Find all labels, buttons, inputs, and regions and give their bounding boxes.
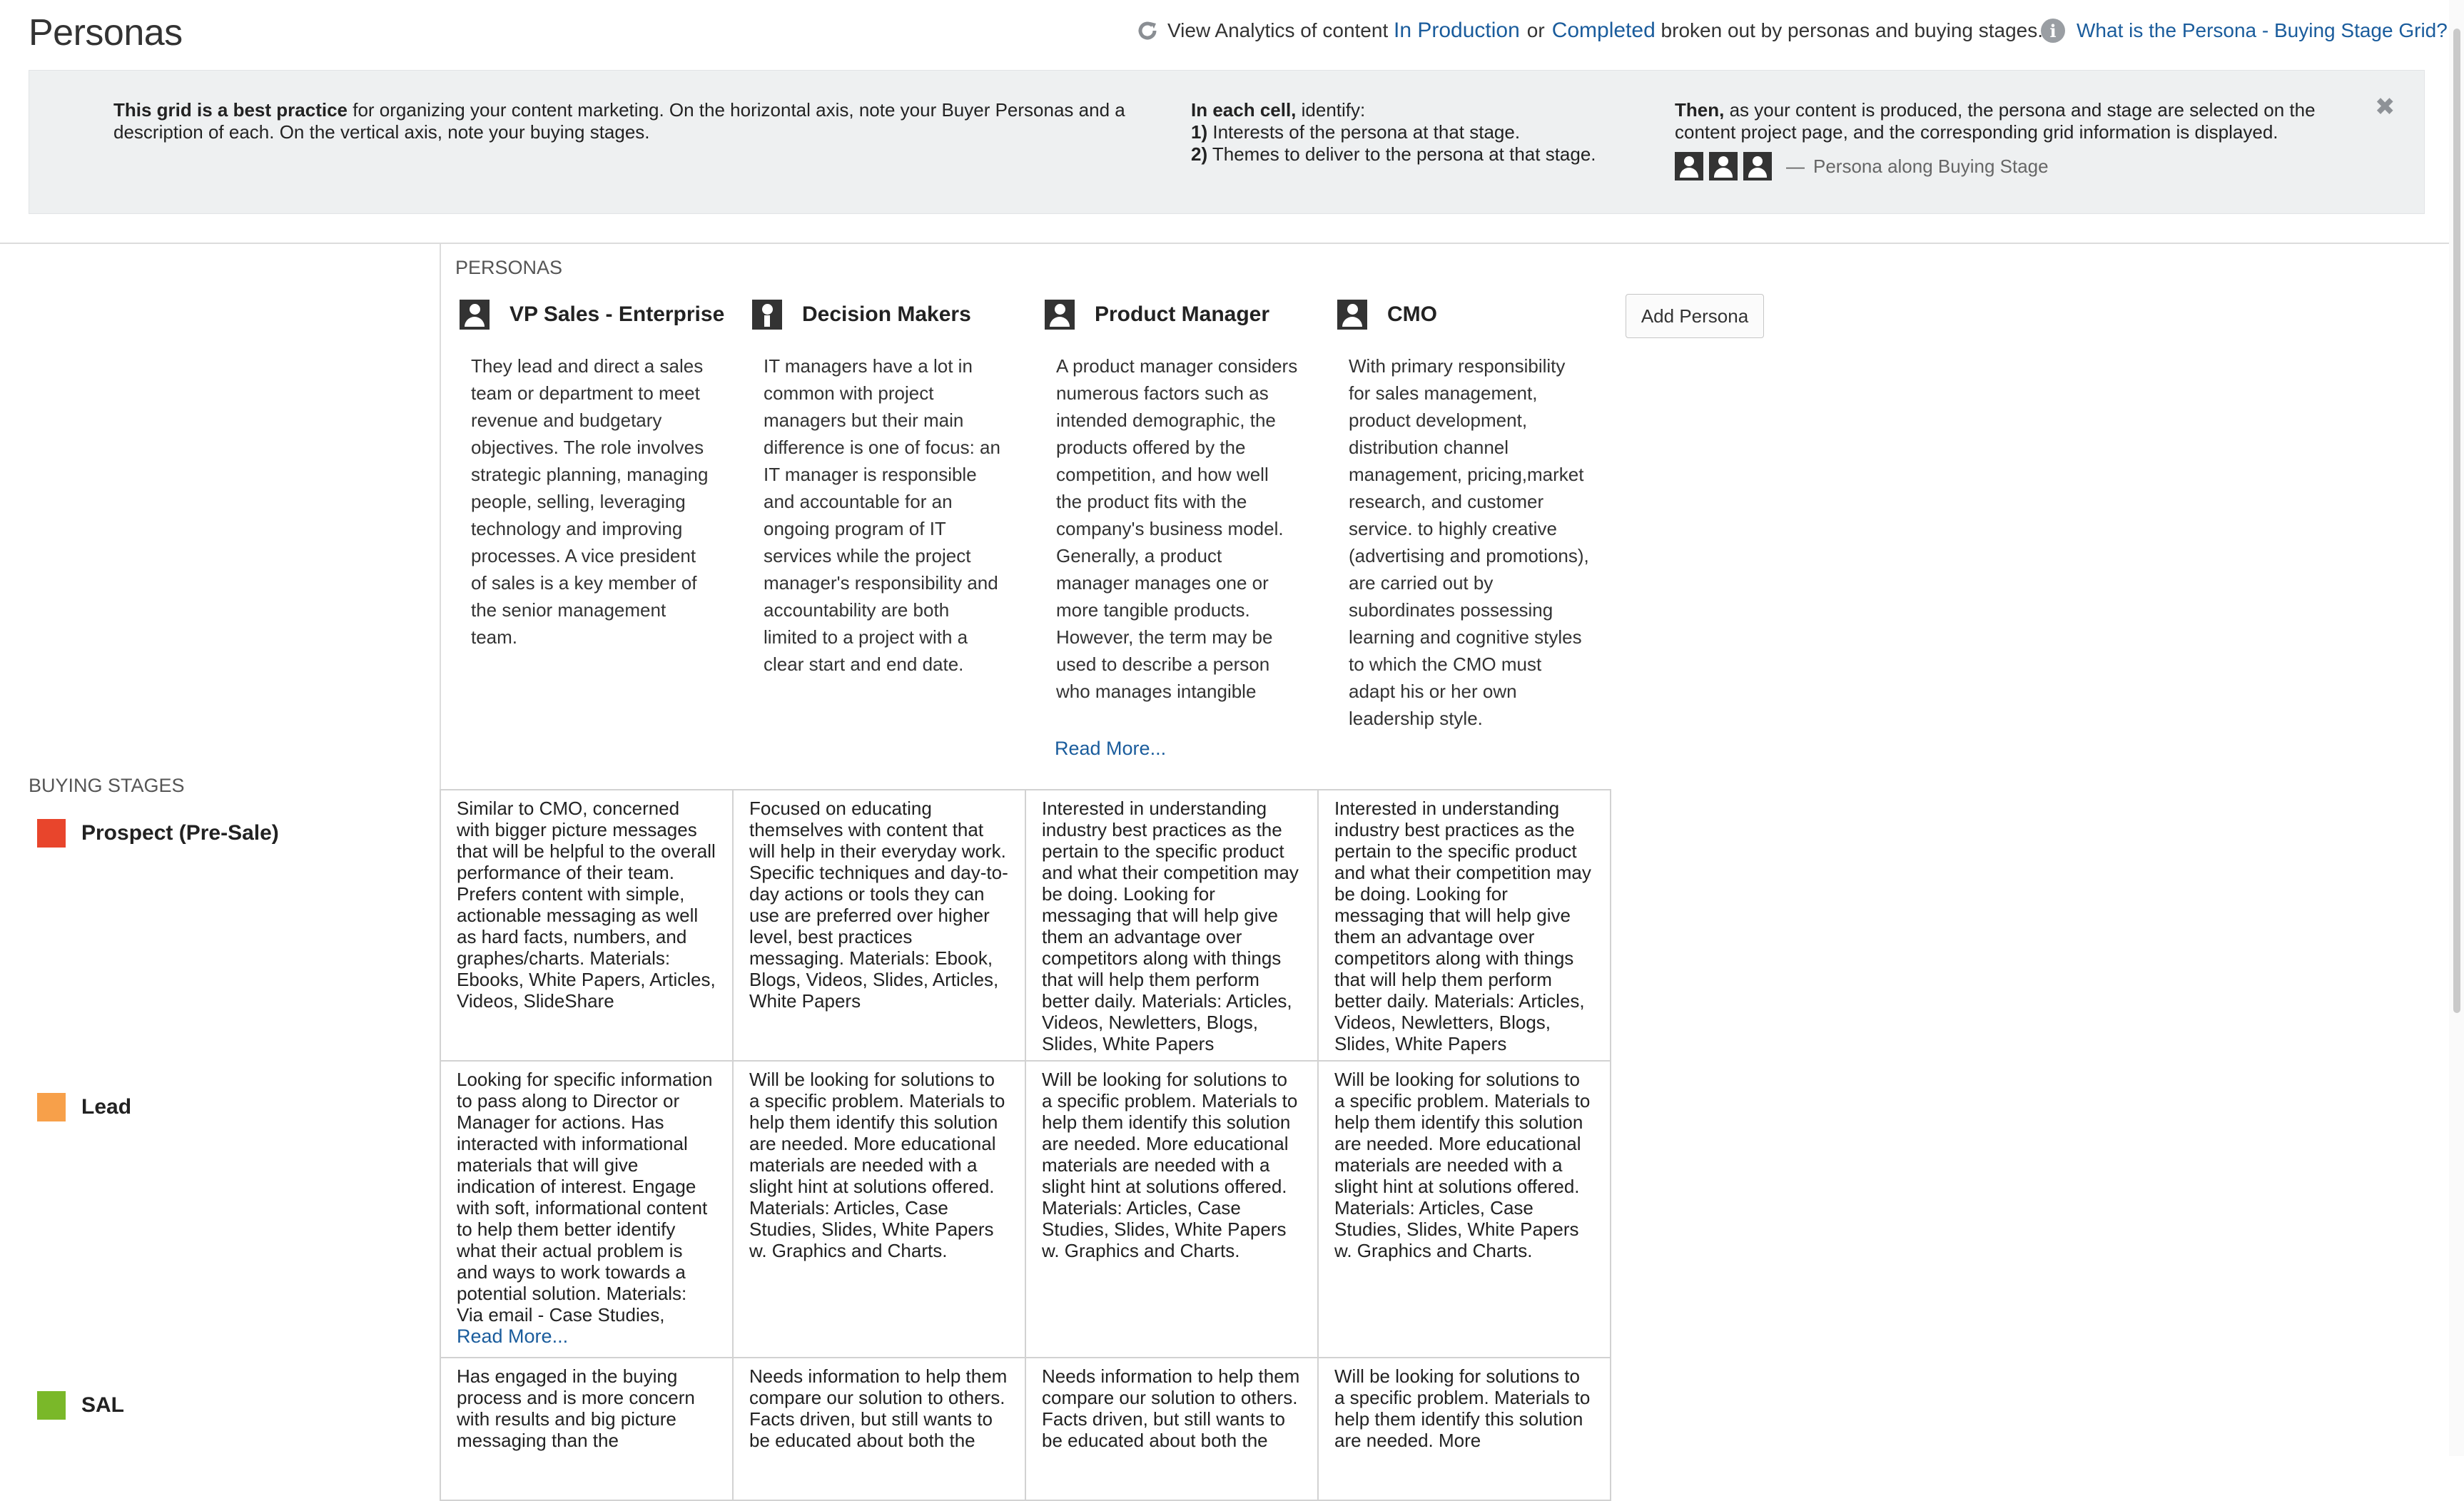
person-icon	[1337, 300, 1367, 330]
close-icon[interactable]: ✖	[2375, 93, 2395, 121]
analytics-suffix: broken out by personas and buying stages…	[1661, 19, 2044, 41]
analytics-prefix: View Analytics of content	[1167, 19, 1389, 41]
grid-cell[interactable]: Will be looking for solutions to a speci…	[734, 1062, 1026, 1358]
grid-cell[interactable]: Similar to CMO, concerned with bigger pi…	[441, 789, 734, 1062]
stage-sal[interactable]: SAL	[37, 1391, 124, 1420]
legend-dash: —	[1786, 155, 1805, 177]
persona-icon	[1675, 152, 1703, 180]
panel-col3-bold: Then,	[1675, 99, 1725, 121]
panel-col2-bold: In each cell,	[1191, 99, 1297, 121]
grid-cell[interactable]: Will be looking for solutions to a speci…	[1026, 1062, 1319, 1358]
stage-lead[interactable]: Lead	[37, 1093, 131, 1121]
grid-row-lead: Looking for specific information to pass…	[441, 1062, 1611, 1358]
persona-header-decision-makers[interactable]: Decision Makers	[752, 300, 971, 330]
panel-col2-text: identify:	[1296, 99, 1366, 121]
persona-header-product-manager[interactable]: Product Manager	[1045, 300, 1269, 330]
grid-cell[interactable]: Needs information to help them compare o…	[734, 1358, 1026, 1501]
panel-item1-number: 1)	[1191, 121, 1208, 143]
grid-cell[interactable]: Interested in understanding industry bes…	[1026, 789, 1319, 1062]
persona-header-cmo[interactable]: CMO	[1337, 300, 1437, 330]
grid-cell[interactable]: Will be looking for solutions to a speci…	[1319, 1062, 1611, 1358]
person-icon	[460, 300, 490, 330]
persona-header-vp-sales[interactable]: VP Sales - Enterprise	[460, 300, 724, 330]
scrollbar-thumb[interactable]	[2453, 29, 2460, 1013]
person-tie-icon	[752, 300, 782, 330]
persona-icon	[1709, 152, 1738, 180]
buying-stages-label: BUYING STAGES	[29, 775, 185, 796]
persona-description: A product manager considers numerous fac…	[1056, 355, 1298, 702]
help-link[interactable]: What is the Persona - Buying Stage Grid?	[2077, 19, 2448, 42]
grid-cell[interactable]: Needs information to help them compare o…	[1026, 1358, 1319, 1501]
grid-row-sal: Has engaged in the buying process and is…	[441, 1358, 1611, 1501]
panel-column-identify: In each cell, identify: 1) Interests of …	[1191, 99, 1633, 166]
stage-name: Lead	[81, 1095, 132, 1119]
panel-col1-bold: This grid is a best practice	[113, 99, 348, 121]
grid-row-prospect: Similar to CMO, concerned with bigger pi…	[441, 789, 1611, 1062]
analytics-bar: View Analytics of content In Production …	[1136, 19, 2043, 43]
info-icon: i	[2041, 19, 2065, 43]
grid-cell-text: Looking for specific information to pass…	[457, 1069, 713, 1326]
help-section: i What is the Persona - Buying Stage Gri…	[2041, 19, 2448, 43]
panel-col3-text: as your content is produced, the persona…	[1675, 99, 2316, 143]
read-more-link[interactable]: Read More...	[457, 1326, 568, 1347]
legend-text: Persona along Buying Stage	[1813, 155, 2049, 177]
page-title: Personas	[29, 12, 183, 54]
add-persona-button[interactable]: Add Persona	[1626, 294, 1764, 338]
personas-label: PERSONAS	[455, 257, 563, 278]
stage-color-swatch	[37, 1093, 66, 1121]
persona-description: IT managers have a lot in common with pr…	[764, 355, 1000, 675]
in-production-link[interactable]: In Production	[1394, 19, 1520, 43]
stage-name: SAL	[81, 1393, 124, 1417]
persona-name: Product Manager	[1095, 302, 1270, 326]
grid-cell[interactable]: Interested in understanding industry bes…	[1319, 789, 1611, 1062]
grid-cell[interactable]: Looking for specific information to pass…	[441, 1062, 734, 1358]
persona-description: They lead and direct a sales team or dep…	[471, 355, 709, 648]
persona-icon	[1743, 152, 1772, 180]
panel-column-best-practice: This grid is a best practice for organiz…	[113, 99, 1155, 143]
persona-name: VP Sales - Enterprise	[509, 302, 725, 326]
panel-column-then: Then, as your content is produced, the p…	[1675, 99, 2360, 180]
panel-item1-text: Interests of the persona at that stage.	[1207, 121, 1521, 143]
refresh-icon[interactable]	[1136, 19, 1159, 42]
divider	[0, 243, 2464, 244]
stage-name: Prospect (Pre-Sale)	[81, 821, 279, 845]
stage-prospect[interactable]: Prospect (Pre-Sale)	[37, 819, 279, 848]
persona-name: Decision Makers	[802, 302, 971, 326]
panel-item2-text: Themes to deliver to the persona at that…	[1207, 143, 1596, 165]
grid-cell[interactable]: Will be looking for solutions to a speci…	[1319, 1358, 1611, 1501]
stage-color-swatch	[37, 819, 66, 848]
persona-stage-grid: Similar to CMO, concerned with bigger pi…	[440, 789, 1611, 1501]
read-more-link[interactable]: Read More...	[1055, 738, 1166, 760]
person-icon	[1045, 300, 1075, 330]
persona-description: With primary responsibility for sales ma…	[1349, 355, 1589, 729]
info-panel: This grid is a best practice for organiz…	[29, 70, 2425, 214]
grid-cell[interactable]: Has engaged in the buying process and is…	[441, 1358, 734, 1501]
persona-name: CMO	[1387, 302, 1437, 326]
stage-color-swatch	[37, 1391, 66, 1420]
completed-link[interactable]: Completed	[1552, 19, 1656, 43]
panel-item2-number: 2)	[1191, 143, 1208, 165]
persona-stage-legend: — Persona along Buying Stage	[1675, 152, 2360, 180]
analytics-or: or	[1526, 19, 1545, 41]
grid-cell[interactable]: Focused on educating themselves with con…	[734, 789, 1026, 1062]
